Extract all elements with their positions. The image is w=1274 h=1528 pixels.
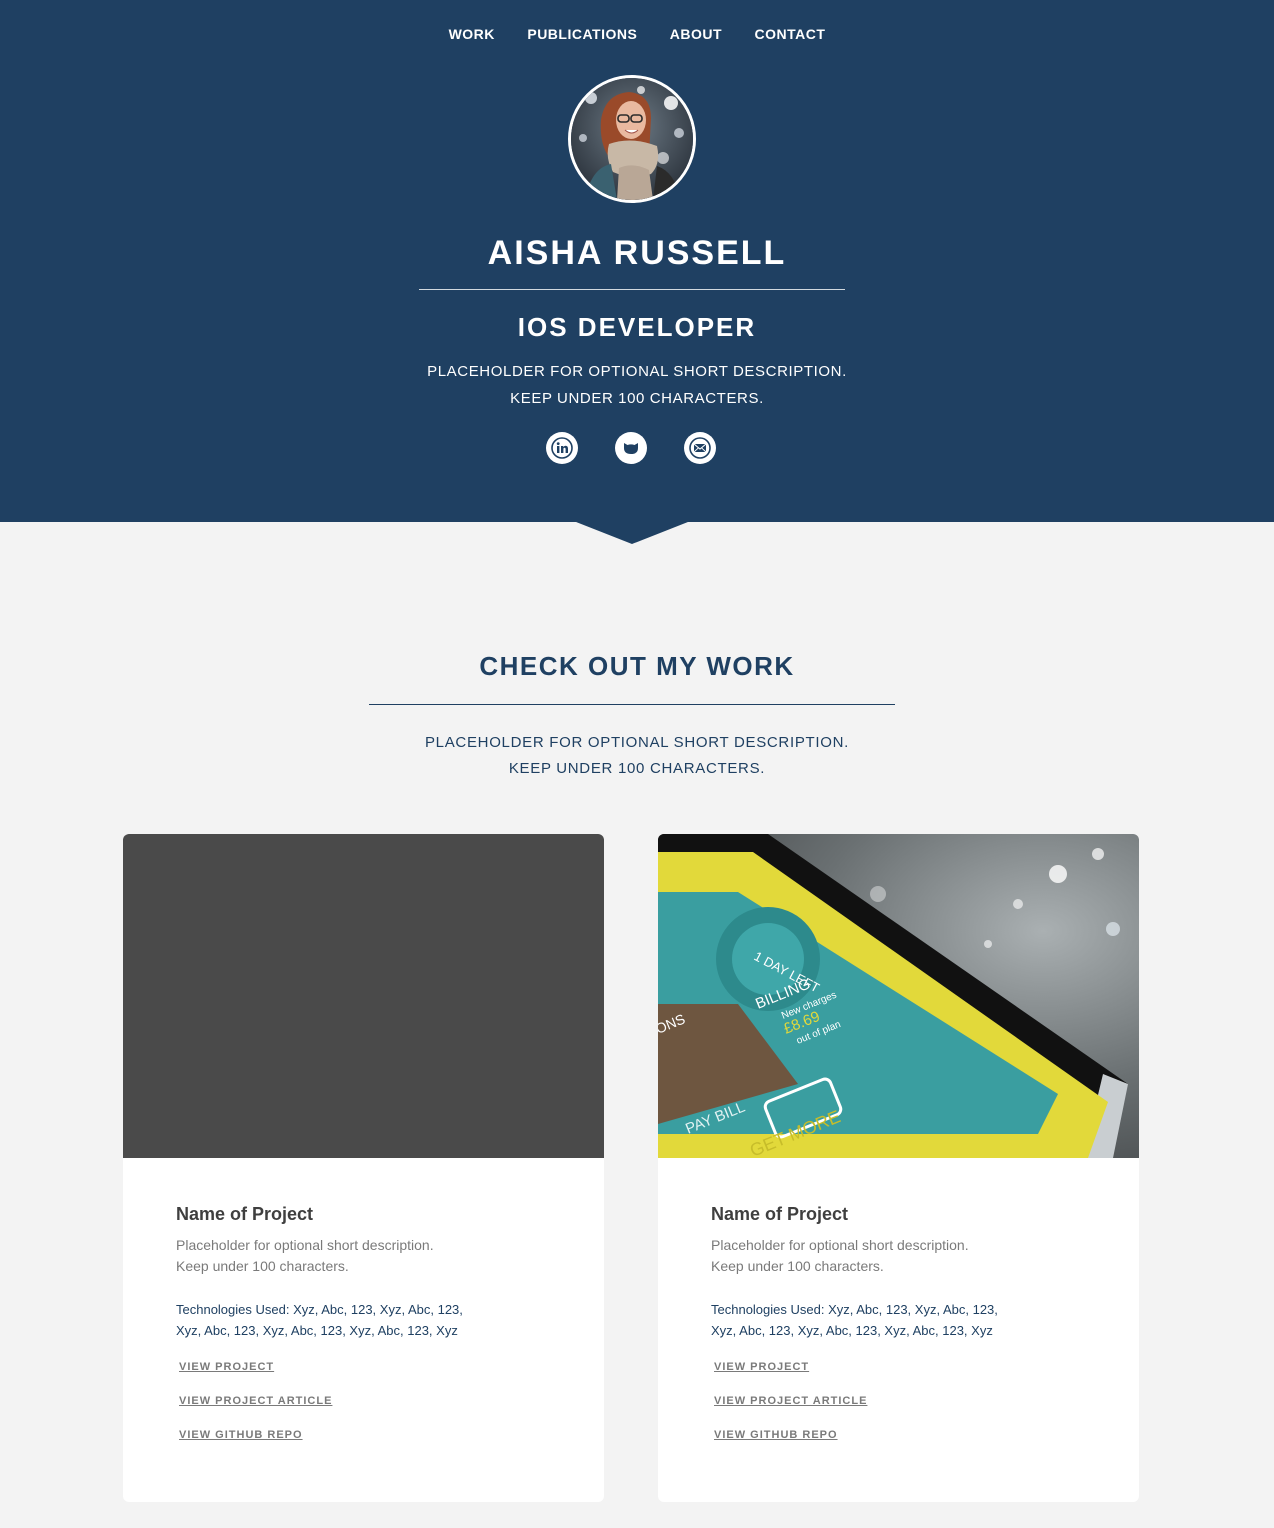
hero-name: AISHA RUSSELL bbox=[487, 234, 787, 272]
avatar-photo bbox=[571, 78, 693, 200]
view-project-article-link[interactable]: VIEW PROJECT ARTICLE bbox=[179, 1395, 551, 1407]
view-project-article-link[interactable]: VIEW PROJECT ARTICLE bbox=[714, 1395, 1086, 1407]
project-description: Placeholder for optional short descripti… bbox=[176, 1235, 551, 1277]
main-nav: WORK PUBLICATIONS ABOUT CONTACT bbox=[0, 26, 1274, 44]
hero-desc-line1: PLACEHOLDER FOR OPTIONAL SHORT DESCRIPTI… bbox=[427, 363, 847, 380]
project-card: 1 DAY LEFT BILLING New charges £8.69 out… bbox=[658, 834, 1139, 1502]
project-technologies: Technologies Used: Xyz, Abc, 123, Xyz, A… bbox=[711, 1299, 1086, 1341]
work-description: PLACEHOLDER FOR OPTIONAL SHORT DESCRIPTI… bbox=[0, 730, 1274, 782]
view-project-link[interactable]: VIEW PROJECT bbox=[714, 1361, 1086, 1373]
nav-publications[interactable]: PUBLICATIONS bbox=[527, 26, 637, 42]
project-desc-line2: Keep under 100 characters. bbox=[176, 1258, 349, 1274]
avatar bbox=[568, 75, 696, 203]
work-divider bbox=[369, 704, 895, 705]
project-desc-line2: Keep under 100 characters. bbox=[711, 1258, 884, 1274]
github-icon[interactable] bbox=[615, 432, 647, 464]
project-technologies: Technologies Used: Xyz, Abc, 123, Xyz, A… bbox=[176, 1299, 551, 1341]
work-desc-line2: KEEP UNDER 100 CHARACTERS. bbox=[508, 760, 766, 777]
project-desc-line1: Placeholder for optional short descripti… bbox=[176, 1237, 434, 1253]
work-desc-line1: PLACEHOLDER FOR OPTIONAL SHORT DESCRIPTI… bbox=[424, 734, 850, 751]
project-image-phone: 1 DAY LEFT BILLING New charges £8.69 out… bbox=[658, 834, 1139, 1158]
view-github-repo-link[interactable]: VIEW GITHUB REPO bbox=[714, 1429, 1086, 1441]
view-github-repo-link[interactable]: VIEW GITHUB REPO bbox=[179, 1429, 551, 1441]
hero-description: PLACEHOLDER FOR OPTIONAL SHORT DESCRIPTI… bbox=[0, 358, 1274, 412]
project-name: Name of Project bbox=[711, 1204, 849, 1224]
hero-role: IOS DEVELOPER bbox=[517, 312, 757, 342]
project-card-body: Name of Project Placeholder for optional… bbox=[123, 1158, 604, 1441]
project-card-body: Name of Project Placeholder for optional… bbox=[658, 1158, 1139, 1441]
view-project-link[interactable]: VIEW PROJECT bbox=[179, 1361, 551, 1373]
project-tech-line2: Xyz, Abc, 123, Xyz, Abc, 123, Xyz, Abc, … bbox=[176, 1323, 458, 1338]
project-image-placeholder bbox=[123, 834, 604, 1158]
hero-section: WORK PUBLICATIONS ABOUT CONTACT AISHA RU… bbox=[0, 0, 1274, 522]
work-section-title: CHECK OUT MY WORK bbox=[479, 651, 795, 681]
project-desc-line1: Placeholder for optional short descripti… bbox=[711, 1237, 969, 1253]
hero-divider bbox=[419, 289, 845, 290]
project-tech-line2: Xyz, Abc, 123, Xyz, Abc, 123, Xyz, Abc, … bbox=[711, 1323, 993, 1338]
project-tech-line1: Technologies Used: Xyz, Abc, 123, Xyz, A… bbox=[711, 1302, 998, 1317]
linkedin-icon[interactable] bbox=[546, 432, 578, 464]
project-description: Placeholder for optional short descripti… bbox=[711, 1235, 1086, 1277]
hero-notch bbox=[571, 520, 693, 544]
email-icon[interactable] bbox=[684, 432, 716, 464]
social-links bbox=[546, 432, 716, 464]
nav-about[interactable]: ABOUT bbox=[670, 26, 722, 42]
project-card: Name of Project Placeholder for optional… bbox=[123, 834, 604, 1502]
hero-desc-line2: KEEP UNDER 100 CHARACTERS. bbox=[510, 390, 764, 407]
project-name: Name of Project bbox=[176, 1204, 314, 1224]
nav-work[interactable]: WORK bbox=[449, 26, 495, 42]
nav-contact[interactable]: CONTACT bbox=[755, 26, 826, 42]
project-tech-line1: Technologies Used: Xyz, Abc, 123, Xyz, A… bbox=[176, 1302, 463, 1317]
